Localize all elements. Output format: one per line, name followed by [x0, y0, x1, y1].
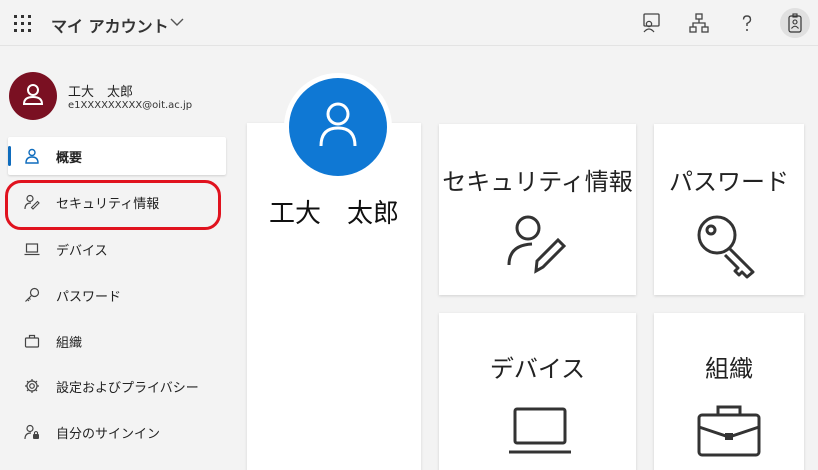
user-block: 工大 太郎 e1XXXXXXXXX@oit.ac.jp — [9, 72, 229, 122]
briefcase-icon — [697, 405, 761, 457]
person-icon — [22, 84, 44, 105]
user-badge-button[interactable] — [780, 8, 810, 38]
tile-security-info[interactable]: セキュリティ情報 — [439, 124, 636, 295]
tile-organization[interactable]: 組織 — [654, 313, 804, 470]
profile-avatar[interactable] — [284, 73, 392, 181]
sidebar-item-organization[interactable]: 組織 — [8, 322, 226, 360]
user-badge-icon — [788, 13, 802, 33]
avatar[interactable] — [9, 72, 57, 120]
tile-title: デバイス — [489, 355, 586, 383]
tile-title: パスワード — [669, 168, 789, 196]
gear-icon — [25, 379, 39, 393]
top-bar: マイ アカウント — [0, 0, 818, 46]
sidebar-item-security-info[interactable]: セキュリティ情報 — [8, 183, 226, 221]
user-name: 工大 太郎 — [68, 85, 134, 100]
profile-name: 工大 太郎 — [268, 199, 399, 229]
app-title[interactable]: マイ アカウント — [51, 13, 169, 37]
sidebar-item-label: 概要 — [56, 151, 83, 166]
person-icon — [319, 102, 357, 147]
laptop-icon — [24, 243, 40, 256]
sidebar-item-devices[interactable]: デバイス — [8, 230, 226, 268]
tile-devices[interactable]: デバイス — [439, 313, 636, 470]
person-edit-icon — [24, 194, 40, 210]
sidebar-item-my-sign-ins[interactable]: 自分のサインイン — [8, 413, 226, 451]
sidebar-item-label: デバイス — [56, 244, 108, 259]
sidebar-item-label: セキュリティ情報 — [56, 197, 160, 212]
tile-password[interactable]: パスワード — [654, 124, 804, 295]
laptop-icon — [509, 407, 571, 454]
user-email: e1XXXXXXXXX@oit.ac.jp — [68, 100, 193, 111]
sidebar-item-settings-privacy[interactable]: 設定およびプライバシー — [8, 367, 226, 405]
sidebar-item-label: 設定およびプライバシー — [56, 381, 199, 396]
person-edit-icon — [507, 215, 567, 274]
key-icon — [25, 287, 40, 302]
sidebar-item-label: パスワード — [56, 290, 122, 305]
sidebar-item-label: 自分のサインイン — [56, 427, 161, 442]
feedback-icon[interactable] — [640, 12, 662, 34]
person-lock-icon — [24, 424, 39, 440]
organization-icon[interactable] — [688, 12, 710, 34]
sidebar-item-overview[interactable]: 概要 — [8, 137, 226, 175]
help-icon[interactable] — [736, 12, 758, 34]
tile-title: 組織 — [705, 355, 753, 383]
briefcase-icon — [24, 334, 40, 348]
app-launcher-icon[interactable] — [14, 15, 32, 33]
sidebar-item-password[interactable]: パスワード — [8, 276, 226, 314]
profile-avatar-circle — [289, 78, 387, 176]
key-icon — [697, 215, 755, 279]
chevron-down-icon[interactable] — [170, 17, 184, 27]
tile-title: セキュリティ情報 — [442, 168, 633, 196]
person-icon — [25, 148, 39, 164]
sidebar-item-label: 組織 — [56, 336, 83, 351]
